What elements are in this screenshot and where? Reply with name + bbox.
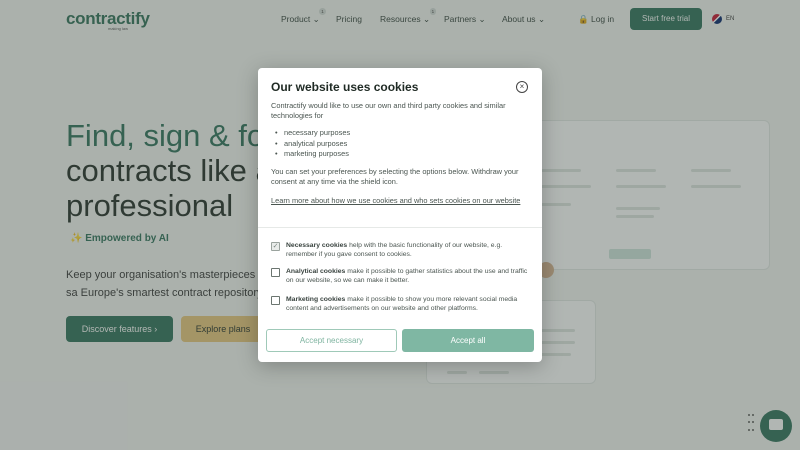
close-icon[interactable]: × <box>516 81 528 93</box>
necessary-cookies-checkbox[interactable]: ✓ <box>271 242 280 251</box>
necessary-cookies-option: ✓ Necessary cookies help with the basic … <box>271 241 533 259</box>
accept-necessary-button[interactable]: Accept necessary <box>266 329 397 352</box>
cookie-intro-text: Contractify would like to use our own an… <box>271 101 506 120</box>
list-item: analytical purposes <box>275 139 350 150</box>
purposes-list: necessary purposes analytical purposes m… <box>275 128 350 160</box>
analytical-cookies-checkbox[interactable] <box>271 268 280 277</box>
preferences-text: You can set your preferences by selectin… <box>271 167 519 186</box>
learn-more-link[interactable]: Learn more about how we use cookies and … <box>271 196 529 206</box>
option-name: Marketing cookies <box>286 296 346 303</box>
analytical-cookies-option: Analytical cookies make it possible to g… <box>271 267 533 285</box>
cookie-consent-dialog: Our website uses cookies × Contractify w… <box>258 68 542 362</box>
marketing-cookies-option: Marketing cookies make it possible to sh… <box>271 295 533 313</box>
dialog-title: Our website uses cookies <box>271 80 419 94</box>
marketing-cookies-checkbox[interactable] <box>271 296 280 305</box>
option-name: Necessary cookies <box>286 242 348 249</box>
accept-all-button[interactable]: Accept all <box>402 329 534 352</box>
list-item: necessary purposes <box>275 128 350 139</box>
option-name: Analytical cookies <box>286 268 346 275</box>
list-item: marketing purposes <box>275 149 350 160</box>
divider <box>258 227 542 228</box>
